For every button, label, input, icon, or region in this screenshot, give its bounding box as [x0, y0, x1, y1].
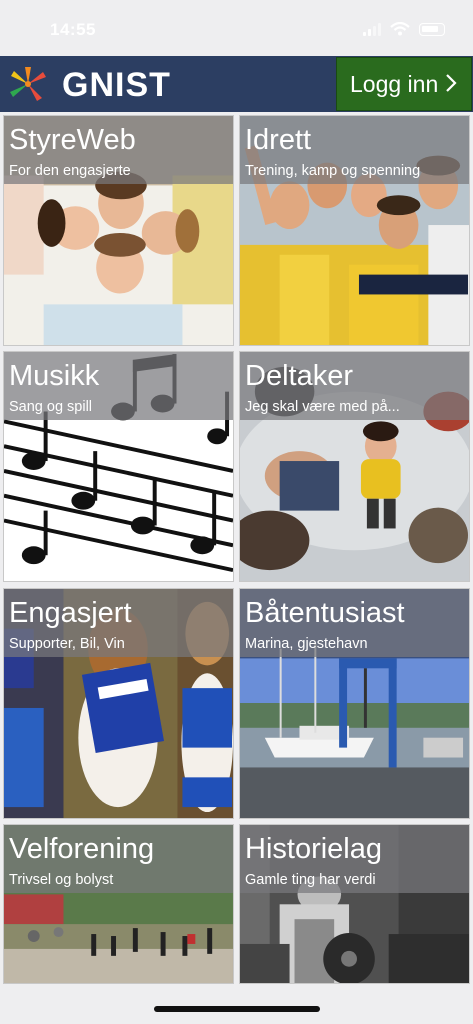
tile-batentusiast[interactable]: Båtentusiast Marina, gjestehavn: [239, 588, 470, 819]
tile-subtitle: Trening, kamp og spenning: [245, 163, 421, 179]
login-button[interactable]: Logg inn: [336, 57, 472, 111]
tile-subtitle: Supporter, Bil, Vin: [9, 636, 125, 652]
cellular-signal-icon: [363, 22, 381, 36]
tile-deltaker[interactable]: Deltaker Jeg skal være med på...: [239, 351, 470, 582]
tile-engasjert[interactable]: Engasjert Supporter, Bil, Vin: [3, 588, 234, 819]
tile-title: Engasjert: [9, 597, 132, 629]
status-icons: [363, 22, 445, 36]
chevron-right-icon: [446, 74, 457, 92]
tile-subtitle: Sang og spill: [9, 399, 93, 415]
wifi-icon: [390, 22, 410, 36]
home-indicator[interactable]: [154, 1006, 320, 1012]
tile-title: Idrett: [245, 124, 312, 156]
tile-subtitle: Marina, gjestehavn: [245, 636, 368, 652]
brand-name: GNIST: [62, 66, 171, 104]
tile-title: Båtentusiast: [245, 597, 405, 629]
status-bar: 14:55: [0, 0, 473, 56]
login-button-label: Logg inn: [350, 70, 439, 97]
tile-title: Musikk: [9, 360, 100, 392]
tile-title: Deltaker: [245, 360, 353, 392]
tile-subtitle: Trivsel og bolyst: [9, 872, 114, 888]
tile-title: Historielag: [245, 833, 382, 865]
tile-subtitle: For den engasjerte: [9, 163, 131, 179]
tile-subtitle: Jeg skal være med på...: [245, 399, 400, 415]
tile-velforening[interactable]: Velforening Trivsel og bolyst: [3, 824, 234, 984]
status-time: 14:55: [50, 20, 96, 39]
gnist-logo-icon: [10, 67, 46, 101]
tile-historielag[interactable]: Historielag Gamle ting har verdi: [239, 824, 470, 984]
tile-title: Velforening: [9, 833, 155, 865]
tile-idrett[interactable]: Idrett Trening, kamp og spenning: [239, 115, 470, 346]
battery-icon: [419, 22, 445, 36]
tile-subtitle: Gamle ting har verdi: [245, 872, 376, 888]
tile-title: StyreWeb: [9, 124, 136, 156]
tile-styreweb[interactable]: StyreWeb For den engasjerte: [3, 115, 234, 346]
tile-musikk[interactable]: Musikk Sang og spill: [3, 351, 234, 582]
